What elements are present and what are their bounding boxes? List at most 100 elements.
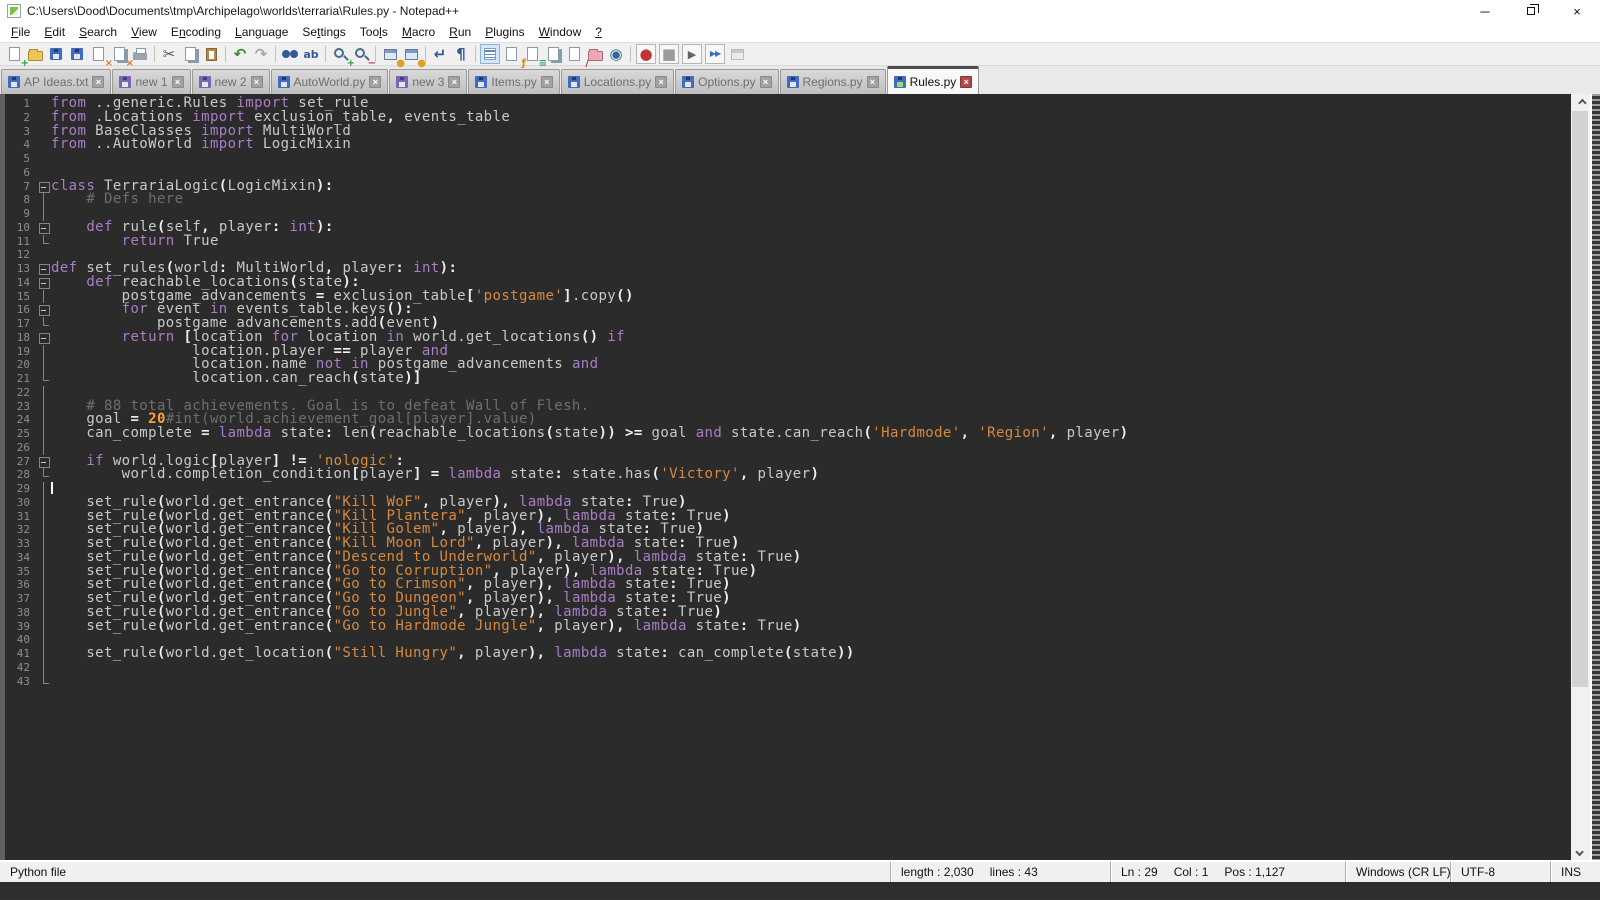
menu-run[interactable]: Run bbox=[442, 23, 478, 41]
show-all-characters-icon[interactable]: ¶ bbox=[451, 44, 471, 64]
sync-vertical-icon[interactable]: ● bbox=[380, 44, 400, 64]
find-icon[interactable] bbox=[280, 44, 300, 64]
vertical-scrollbar[interactable] bbox=[1571, 94, 1592, 860]
tab-items-py[interactable]: Items.py× bbox=[468, 69, 559, 94]
tab-ap-ideas-txt[interactable]: AP Ideas.txt× bbox=[1, 69, 111, 94]
copy-icon[interactable] bbox=[180, 44, 200, 64]
code-text[interactable]: class TerrariaLogic(LogicMixin): bbox=[51, 180, 1571, 194]
document-list-icon[interactable] bbox=[543, 44, 563, 64]
open-file-icon[interactable] bbox=[25, 44, 45, 64]
menu-bar: FileEditSearchViewEncodingLanguageSettin… bbox=[0, 22, 1600, 42]
scroll-down-button[interactable] bbox=[1571, 843, 1590, 860]
menu-settings[interactable]: Settings bbox=[295, 23, 352, 41]
file-monitoring-icon[interactable]: ◉ bbox=[606, 44, 626, 64]
tab-options-py[interactable]: Options.py× bbox=[675, 69, 778, 94]
lines-label: lines : 43 bbox=[990, 865, 1038, 879]
document-map-icon[interactable]: ≡ bbox=[522, 44, 542, 64]
fold-toggle-icon[interactable] bbox=[37, 276, 51, 290]
tab-close-icon[interactable]: × bbox=[960, 76, 972, 88]
word-wrap-icon[interactable]: ↵ bbox=[430, 44, 450, 64]
sync-horizontal-icon[interactable]: ● bbox=[401, 44, 421, 64]
edit-popup-icon[interactable]: / bbox=[564, 44, 584, 64]
run-macro-multiple-icon[interactable]: ▶▶ bbox=[705, 44, 725, 64]
code-area[interactable]: 1from ..generic.Rules import set_rule2fr… bbox=[5, 97, 1571, 688]
tab-close-icon[interactable]: × bbox=[369, 76, 381, 88]
code-text[interactable]: from ..AutoWorld import LogicMixin bbox=[51, 138, 1571, 152]
stop-macro-icon[interactable]: ■ bbox=[659, 44, 679, 64]
tab-close-icon[interactable]: × bbox=[760, 76, 772, 88]
menu-encoding[interactable]: Encoding bbox=[164, 23, 228, 41]
indent-guide-icon[interactable] bbox=[480, 44, 500, 64]
menu-edit[interactable]: Edit bbox=[37, 23, 72, 41]
scrollbar-thumb[interactable] bbox=[1572, 111, 1588, 687]
tab-close-icon[interactable]: × bbox=[92, 76, 104, 88]
tab-close-icon[interactable]: × bbox=[448, 76, 460, 88]
tab-new-1[interactable]: new 1× bbox=[112, 69, 190, 94]
code-text[interactable]: location.can_reach(state)] bbox=[51, 372, 1571, 386]
menu-help[interactable]: ? bbox=[588, 23, 609, 41]
tab-rules-py[interactable]: Rules.py× bbox=[887, 66, 980, 94]
paste-icon[interactable] bbox=[201, 44, 221, 64]
menu-search[interactable]: Search bbox=[72, 23, 124, 41]
fold-toggle-icon[interactable] bbox=[37, 221, 51, 235]
menu-view[interactable]: View bbox=[124, 23, 164, 41]
play-macro-icon[interactable]: ▶ bbox=[682, 44, 702, 64]
line-number: 20 bbox=[5, 358, 37, 372]
code-editor[interactable]: 1from ..generic.Rules import set_rule2fr… bbox=[0, 94, 1600, 860]
print-icon[interactable] bbox=[130, 44, 150, 64]
close-file-icon[interactable]: × bbox=[88, 44, 108, 64]
code-text[interactable]: world.completion_condition[player] = lam… bbox=[51, 468, 1571, 482]
function-list-icon[interactable]: ƒ bbox=[501, 44, 521, 64]
tab-autoworld-py[interactable]: AutoWorld.py× bbox=[271, 69, 389, 94]
tab-locations-py[interactable]: Locations.py× bbox=[561, 69, 674, 94]
menu-macro[interactable]: Macro bbox=[395, 23, 442, 41]
tab-close-icon[interactable]: × bbox=[541, 76, 553, 88]
menu-plugins[interactable]: Plugins bbox=[478, 23, 531, 41]
record-macro-icon[interactable]: ● bbox=[636, 44, 656, 64]
code-text[interactable]: return True bbox=[51, 235, 1571, 249]
menu-language[interactable]: Language bbox=[228, 23, 295, 41]
redo-icon[interactable]: ↷ bbox=[251, 44, 271, 64]
line-number: 21 bbox=[5, 372, 37, 386]
code-text[interactable] bbox=[51, 152, 1571, 166]
fold-toggle-icon[interactable] bbox=[37, 262, 51, 276]
fold-toggle-icon[interactable] bbox=[37, 455, 51, 469]
line-number: 40 bbox=[5, 633, 37, 647]
minimize-button[interactable]: ─ bbox=[1462, 0, 1508, 22]
save-icon[interactable] bbox=[46, 44, 66, 64]
code-text[interactable]: set_rule(world.get_entrance("Go to Hardm… bbox=[51, 620, 1571, 634]
close-button[interactable]: × bbox=[1554, 0, 1600, 22]
scroll-up-button[interactable] bbox=[1571, 94, 1590, 111]
project-folder-icon[interactable] bbox=[585, 44, 605, 64]
replace-icon[interactable]: ab bbox=[301, 44, 321, 64]
save-macro-icon[interactable] bbox=[727, 44, 747, 64]
menu-window[interactable]: Window bbox=[532, 23, 589, 41]
code-text[interactable] bbox=[51, 661, 1571, 675]
fold-toggle-icon[interactable] bbox=[37, 303, 51, 317]
tab-close-icon[interactable]: × bbox=[867, 76, 879, 88]
code-text[interactable]: def rule(self, player: int): bbox=[51, 221, 1571, 235]
line-number: 18 bbox=[5, 331, 37, 345]
tab-close-icon[interactable]: × bbox=[172, 76, 184, 88]
code-text[interactable] bbox=[51, 675, 1571, 689]
zoom-out-icon[interactable]: − bbox=[351, 44, 371, 64]
zoom-in-icon[interactable]: + bbox=[330, 44, 350, 64]
tab-new-2[interactable]: new 2× bbox=[192, 69, 270, 94]
new-file-icon[interactable]: + bbox=[4, 44, 24, 64]
code-text[interactable]: can_complete = lambda state: len(reachab… bbox=[51, 427, 1571, 441]
tab-regions-py[interactable]: Regions.py× bbox=[780, 69, 886, 94]
undo-icon[interactable]: ↶ bbox=[230, 44, 250, 64]
save-all-icon[interactable] bbox=[67, 44, 87, 64]
code-text[interactable]: # Defs here bbox=[51, 193, 1571, 207]
tab-close-icon[interactable]: × bbox=[251, 76, 263, 88]
menu-file[interactable]: File bbox=[4, 23, 37, 41]
menu-tools[interactable]: Tools bbox=[353, 23, 395, 41]
restore-button[interactable] bbox=[1508, 0, 1554, 22]
fold-toggle-icon[interactable] bbox=[37, 331, 51, 345]
cut-icon[interactable]: ✂ bbox=[159, 44, 179, 64]
code-text[interactable]: set_rule(world.get_location("Still Hungr… bbox=[51, 647, 1571, 661]
close-all-icon[interactable]: × bbox=[109, 44, 129, 64]
fold-toggle-icon[interactable] bbox=[37, 180, 51, 194]
tab-new-3[interactable]: new 3× bbox=[389, 69, 467, 94]
tab-close-icon[interactable]: × bbox=[655, 76, 667, 88]
